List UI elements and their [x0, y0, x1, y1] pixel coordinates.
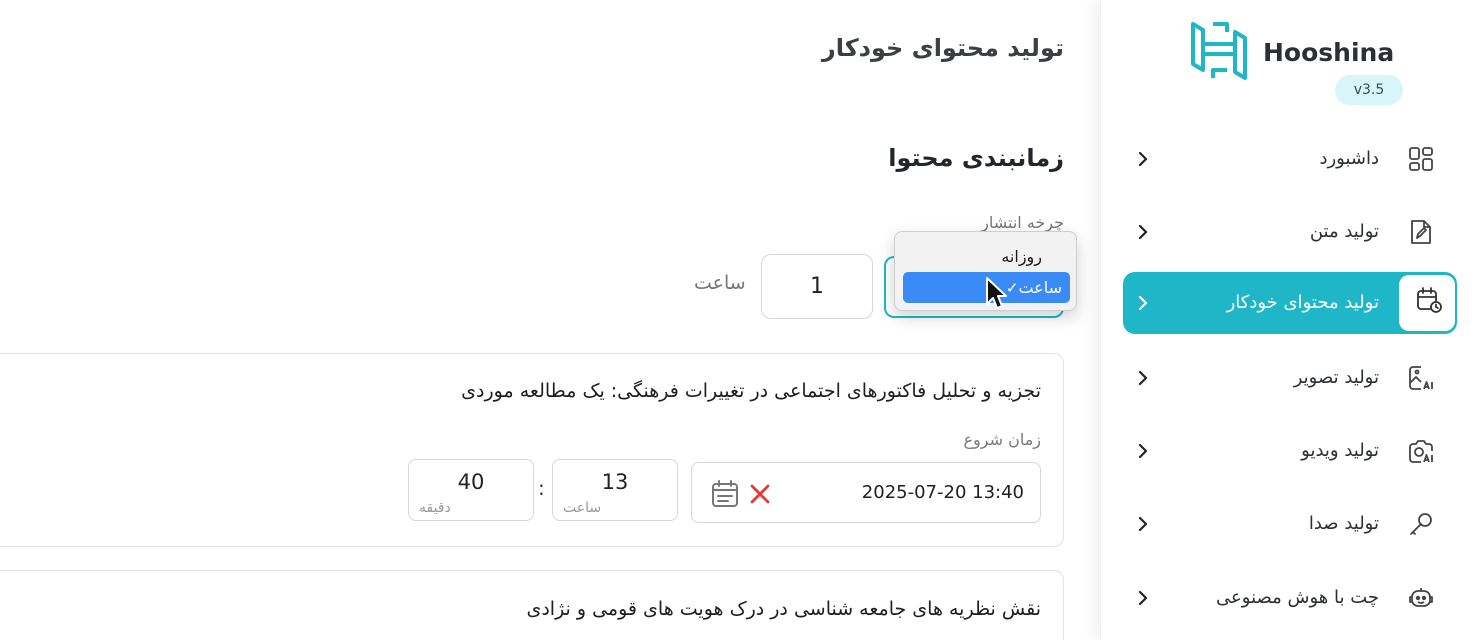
minute-caption: دقیقه [419, 500, 451, 516]
card-title: تجزیه و تحلیل فاکتورهای اجتماعی در تغییر… [461, 380, 1041, 402]
sidebar-item-label: داشبورد [1319, 148, 1379, 169]
sidebar-item-label: تولید صدا [1308, 513, 1379, 534]
sidebar-item-label: تولید ویدیو [1301, 440, 1379, 461]
datetime-value: 2025-07-20 13:40 [861, 482, 1024, 503]
chevron-left-icon [1138, 443, 1148, 459]
calendar-clock-icon [1417, 287, 1442, 313]
page-title: تولید محتوای خودکار [821, 34, 1064, 62]
sidebar-item-label: تولید متن [1309, 221, 1379, 242]
content-card: نقش نظریه های جامعه شناسی در درک هویت ها… [0, 570, 1064, 640]
time-separator: : [538, 476, 545, 500]
sidebar-item-text-generation[interactable]: تولید متن [1123, 201, 1457, 263]
chevron-left-icon [1138, 516, 1148, 532]
datetime-field[interactable]: 2025-07-20 13:40 [691, 462, 1041, 523]
calendar-icon[interactable] [710, 479, 740, 509]
dropdown-option-daily[interactable]: روزانه [903, 241, 1070, 272]
hour-input[interactable]: 13 ساعت [552, 459, 678, 521]
chevron-left-icon [1138, 151, 1148, 167]
interval-input[interactable]: 1 [761, 254, 873, 319]
sidebar-item-audio-generation[interactable]: تولید صدا [1123, 493, 1457, 555]
card-title: نقش نظریه های جامعه شناسی در درک هویت ها… [526, 598, 1041, 620]
brand-logo[interactable]: Hooshina v3.5 [1187, 18, 1403, 110]
sidebar-item-label: چت با هوش مصنوعی [1216, 587, 1379, 608]
sidebar-item-image-generation[interactable]: تولید تصویر [1123, 347, 1457, 409]
start-time-label: زمان شروع [963, 430, 1041, 449]
sidebar-item-dashboard[interactable]: داشبورد [1123, 128, 1457, 190]
sidebar-item-label: تولید تصویر [1293, 367, 1379, 388]
section-title: زمانبندی محتوا [888, 144, 1064, 172]
sidebar-item-video-generation[interactable]: تولید ویدیو [1123, 420, 1457, 482]
sidebar: Hooshina v3.5 داشبورد تولید متن تولید مح… [1100, 0, 1478, 640]
ai-image-icon [1409, 366, 1433, 390]
chevron-left-icon [1138, 590, 1148, 606]
ai-video-icon [1409, 440, 1433, 463]
clear-icon[interactable] [748, 482, 772, 506]
content-card: تجزیه و تحلیل فاکتورهای اجتماعی در تغییر… [0, 353, 1064, 547]
hour-caption: ساعت [563, 500, 602, 516]
sidebar-item-label: تولید محتوای خودکار [1226, 292, 1379, 313]
publish-cycle-label: چرخه انتشار [981, 213, 1064, 232]
ai-chat-icon [1409, 588, 1433, 607]
chevron-left-icon [1138, 224, 1148, 240]
mouse-cursor-icon [986, 277, 1007, 309]
hour-value: 13 [601, 470, 629, 494]
dropdown-option-label: ساعت [1018, 278, 1062, 297]
sidebar-item-ai-chat[interactable]: چت با هوش مصنوعی [1123, 567, 1457, 629]
microphone-icon [1410, 513, 1432, 535]
edit-document-icon [1411, 220, 1431, 244]
dropdown-option-label: روزانه [1001, 247, 1042, 266]
hooshina-logo-icon [1191, 22, 1247, 80]
minute-value: 40 [457, 470, 485, 494]
sidebar-item-auto-content[interactable]: تولید محتوای خودکار [1123, 272, 1457, 334]
dashboard-icon [1409, 147, 1433, 171]
version-badge: v3.5 [1335, 75, 1403, 105]
chevron-left-icon [1138, 295, 1148, 311]
chevron-left-icon [1138, 370, 1148, 386]
brand-name: Hooshina [1263, 38, 1395, 67]
minute-input[interactable]: 40 دقیقه [408, 459, 534, 521]
interval-unit-label: ساعت [694, 272, 746, 294]
